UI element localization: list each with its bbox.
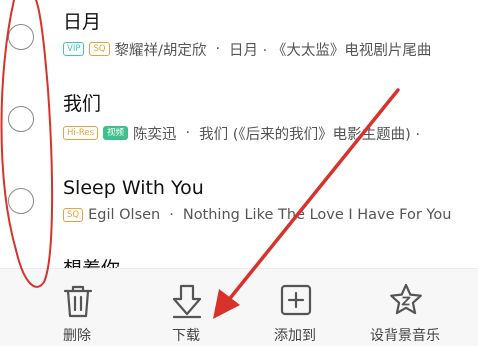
download-label: 下载 bbox=[172, 328, 200, 344]
download-button[interactable]: 下载 bbox=[141, 269, 231, 346]
song-meta: VIP SQ 黎耀祥/胡定欣 · 日月 · 《大太监》电视剧片尾曲 bbox=[63, 40, 432, 59]
sq-badge: SQ bbox=[89, 42, 110, 56]
separator: · bbox=[215, 41, 221, 57]
separator: · bbox=[185, 125, 191, 141]
hires-badge: Hi-Res bbox=[63, 126, 99, 140]
vip-badge: VIP bbox=[63, 42, 85, 56]
song-artist: Egil Olsen bbox=[88, 207, 161, 223]
song-list: 日月 VIP SQ 黎耀祥/胡定欣 · 日月 · 《大太监》电视剧片尾曲 我们 … bbox=[0, 0, 478, 268]
plus-square-icon bbox=[280, 284, 312, 316]
trash-icon bbox=[63, 285, 93, 318]
delete-button[interactable]: 删除 bbox=[32, 269, 122, 346]
song-artist: 黎耀祥/胡定欣 bbox=[114, 42, 207, 59]
delete-label: 删除 bbox=[63, 328, 91, 344]
song-album: Nothing Like The Love I Have For You bbox=[182, 207, 452, 223]
song-title-partial: 想着你 bbox=[63, 254, 120, 268]
video-badge: 视频 bbox=[103, 126, 129, 140]
set-bg-music-label: 设背景音乐 bbox=[370, 328, 440, 344]
list-item[interactable]: 日月 VIP SQ 黎耀祥/胡定欣 · 日月 · 《大太监》电视剧片尾曲 bbox=[0, 0, 478, 84]
song-album: 日月 · 《大太监》电视剧片尾曲 bbox=[229, 42, 432, 59]
song-meta: SQ Egil Olsen · Nothing Like The Love I … bbox=[63, 206, 451, 224]
bottom-toolbar: 删除 下载 添加到 设背景音乐 bbox=[0, 268, 478, 346]
sq-badge: SQ bbox=[63, 208, 84, 222]
download-arrow-icon bbox=[172, 284, 202, 319]
song-title: Sleep With You bbox=[63, 177, 204, 199]
select-radio[interactable] bbox=[8, 24, 34, 50]
song-album: 我们 (《后来的我们》电影主题曲) · bbox=[199, 126, 421, 143]
add-to-label: 添加到 bbox=[274, 328, 316, 344]
song-title: 日月 bbox=[63, 11, 102, 33]
set-bg-music-button[interactable]: 设背景音乐 bbox=[360, 269, 450, 346]
song-title: 我们 bbox=[63, 93, 102, 115]
song-meta: Hi-Res 视频 陈奕迅 · 我们 (《后来的我们》电影主题曲) · bbox=[63, 124, 421, 143]
list-item[interactable]: Sleep With You SQ Egil Olsen · Nothing L… bbox=[0, 168, 478, 252]
song-artist: 陈奕迅 bbox=[133, 126, 177, 143]
list-item[interactable]: 我们 Hi-Res 视频 陈奕迅 · 我们 (《后来的我们》电影主题曲) · bbox=[0, 84, 478, 168]
add-to-button[interactable]: 添加到 bbox=[250, 269, 340, 346]
star-z-icon bbox=[390, 283, 422, 315]
separator: · bbox=[169, 207, 174, 223]
select-radio[interactable] bbox=[8, 106, 34, 132]
select-radio[interactable] bbox=[8, 188, 34, 214]
